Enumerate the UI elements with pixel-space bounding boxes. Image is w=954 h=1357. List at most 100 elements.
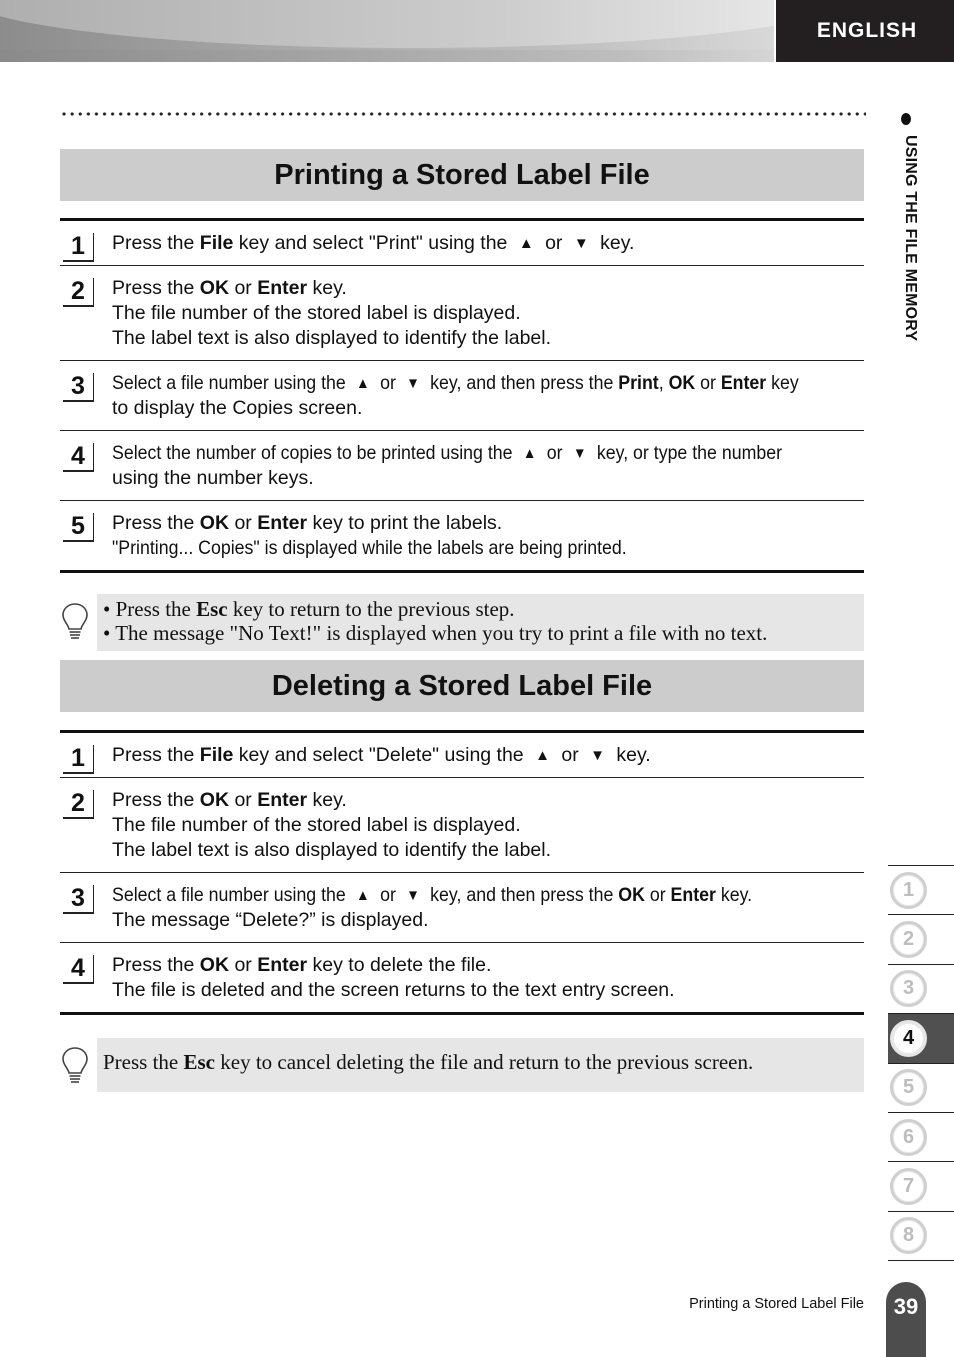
key-name: Enter <box>257 954 308 976</box>
step-number: 1 <box>63 745 94 774</box>
chapter-tab-2[interactable]: 2 <box>888 914 954 963</box>
step-number: 2 <box>63 790 94 819</box>
arrow-down-icon: ▼ <box>406 375 420 392</box>
text: key and select "Delete" using the <box>233 744 530 766</box>
tip-box: • Press the Esc key to return to the pre… <box>97 594 864 651</box>
text: The file number of the stored label is d… <box>112 814 521 836</box>
chapter-tab-3[interactable]: 3 <box>888 963 954 1013</box>
step-text-line: The file number of the stored label is d… <box>112 301 860 326</box>
dotted-rule <box>60 111 866 117</box>
arrow-up-icon: ▲ <box>356 887 370 904</box>
chapter-number: 4 <box>890 1019 927 1057</box>
step-text-line: Press the File key and select "Delete" u… <box>112 743 860 768</box>
text: , <box>658 372 669 394</box>
text: Press the <box>112 512 200 534</box>
step-row: 2 Press the OK or Enter key. The file numb… <box>60 266 864 361</box>
text: Press the <box>112 232 200 254</box>
step-text: "Printing... Copies" is displayed while … <box>112 536 627 561</box>
step-number: 2 <box>63 278 94 307</box>
text: or <box>644 884 671 906</box>
key-name: OK <box>199 789 230 811</box>
step-text-line: Select a file number using the ▲ or ▼ ke… <box>112 371 860 396</box>
step-row: 3 Select a file number using the ▲ or ▼ k… <box>60 873 864 943</box>
steps-deleting: 1 Press the File key and select "Delete" … <box>60 730 864 1015</box>
chapter-tabs-divider <box>888 1260 954 1262</box>
text: The file is deleted and the screen retur… <box>112 979 675 1001</box>
key-name: Print <box>618 372 659 394</box>
arrow-down-icon: ▼ <box>572 445 587 462</box>
step-row: 4 Press the OK or Enter key to delete the… <box>60 943 864 1015</box>
step-text-line: Press the File key and select "Print" us… <box>112 231 860 256</box>
text: to display the Copies screen. <box>112 397 363 419</box>
chapter-tab-5[interactable]: 5 <box>888 1062 954 1112</box>
text: Press the <box>112 744 200 766</box>
text: The label text is also displayed to iden… <box>112 327 552 349</box>
section-heading-printing: Printing a Stored Label File <box>60 149 864 201</box>
key-name: Esc <box>196 597 228 621</box>
step-text: Select a file number using the ▲ or ▼ ke… <box>112 883 752 908</box>
tip-text-line: • The message "No Text!" is displayed wh… <box>103 621 858 645</box>
header-banner <box>0 0 774 62</box>
step-row: 4 Select the number of copies to be print… <box>60 431 864 501</box>
step-text: Press the File key and select "Print" us… <box>112 232 634 254</box>
side-chapter-title: USING THE FILE MEMORY <box>893 113 919 413</box>
text: key. <box>610 744 651 766</box>
text: Press the <box>103 1050 184 1074</box>
step-text: Select a file number using the ▲ or ▼ ke… <box>112 371 799 396</box>
step-text-line: The file number of the stored label is d… <box>112 813 860 838</box>
step-text-line: "Printing... Copies" is displayed while … <box>112 536 860 561</box>
step-text: The file number of the stored label is d… <box>112 302 521 324</box>
text: The label text is also displayed to iden… <box>112 839 552 861</box>
text: key <box>766 372 799 394</box>
text: key, and then press the <box>425 884 619 906</box>
step-number: 3 <box>63 885 94 914</box>
page-number: 39 <box>886 1282 926 1357</box>
step-text: Press the File key and select "Delete" u… <box>112 744 651 766</box>
arrow-up-icon: ▲ <box>535 747 550 764</box>
step-text: The label text is also displayed to iden… <box>112 327 551 349</box>
tip-text-line: Press the Esc key to cancel deleting the… <box>103 1050 858 1074</box>
chapter-number: 7 <box>890 1168 927 1206</box>
text: using the number keys. <box>112 467 314 489</box>
text: key. <box>594 232 635 254</box>
step-text: Press the OK or Enter key. <box>112 789 347 811</box>
step-text-line: The file is deleted and the screen retur… <box>112 978 860 1003</box>
step-text: The file is deleted and the screen retur… <box>112 979 675 1001</box>
chapter-number: 3 <box>890 970 927 1008</box>
step-text: Press the OK or Enter key to print the l… <box>112 512 502 534</box>
chapter-tab-7[interactable]: 7 <box>888 1161 954 1210</box>
chapter-tab-8[interactable]: 8 <box>888 1210 954 1260</box>
key-name: Enter <box>670 884 716 906</box>
step-text-line: Press the OK or Enter key to delete the … <box>112 953 860 978</box>
chapter-number: 8 <box>890 1217 927 1255</box>
tip-deleting: Press the Esc key to cancel deleting the… <box>60 1038 864 1092</box>
steps-printing: 1 Press the File key and select "Print" u… <box>60 218 864 573</box>
text: or <box>695 372 721 394</box>
step-text: The file number of the stored label is d… <box>112 814 521 836</box>
arrow-up-icon: ▲ <box>518 235 534 252</box>
text: key. <box>307 277 347 299</box>
lightbulb-icon <box>62 1047 88 1083</box>
text: or <box>555 744 585 766</box>
text: • Press the <box>103 597 197 621</box>
text: or <box>229 789 258 811</box>
chapter-tab-4[interactable]: 4 <box>888 1013 954 1063</box>
text: or <box>229 512 258 534</box>
side-chapter-title-text: USING THE FILE MEMORY <box>902 135 919 342</box>
section-heading-deleting: Deleting a Stored Label File <box>60 660 864 712</box>
chapter-tab-6[interactable]: 6 <box>888 1111 954 1161</box>
step-row: 1 Press the File key and select "Print" u… <box>60 221 864 266</box>
key-name: Enter <box>720 372 767 394</box>
text: key, or type the number <box>591 442 783 464</box>
tip-box: Press the Esc key to cancel deleting the… <box>97 1038 864 1092</box>
header-banner-sheen <box>0 0 774 48</box>
text: Press the <box>112 954 200 976</box>
chapter-tab-1[interactable]: 1 <box>888 865 954 914</box>
text: or <box>541 442 568 464</box>
footer-section-title: Printing a Stored Label File <box>689 1296 864 1312</box>
step-row: 2 Press the OK or Enter key. The file numb… <box>60 778 864 873</box>
step-text-line: The label text is also displayed to iden… <box>112 838 860 863</box>
step-number: 5 <box>63 513 94 542</box>
key-name: Enter <box>257 277 308 299</box>
text: or <box>375 884 401 906</box>
